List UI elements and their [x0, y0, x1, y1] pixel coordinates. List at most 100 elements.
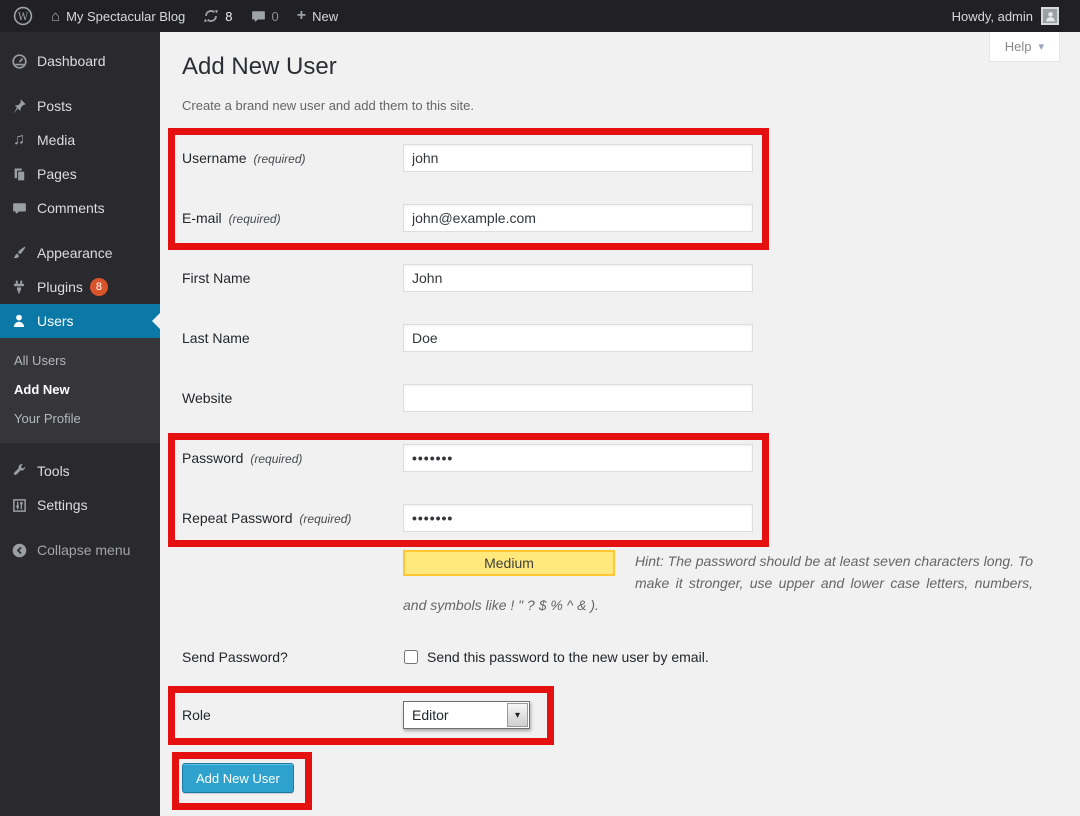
website-row: Website: [182, 384, 1080, 412]
sidebar-item-dashboard[interactable]: Dashboard: [0, 44, 160, 78]
sliders-icon: [9, 495, 29, 515]
website-input[interactable]: [403, 384, 753, 412]
sidebar-item-label: Tools: [37, 463, 70, 479]
collapse-arrow-icon: [9, 540, 29, 560]
submenu-item-add-new[interactable]: Add New: [0, 375, 160, 404]
submenu-item-your-profile[interactable]: Your Profile: [0, 404, 160, 433]
sidebar-item-label: Users: [37, 313, 74, 329]
repeat-password-label-text: Repeat Password: [182, 510, 293, 526]
media-icon: ♫: [9, 130, 29, 150]
repeat-password-label: Repeat Password (required): [182, 510, 403, 526]
sidebar-item-label: Posts: [37, 98, 72, 114]
plus-icon: +: [297, 8, 306, 24]
wrench-icon: [9, 461, 29, 481]
username-input[interactable]: [403, 144, 753, 172]
repeat-password-row: Repeat Password (required): [182, 504, 1080, 532]
send-password-checkbox[interactable]: [404, 650, 418, 664]
sidebar-item-settings[interactable]: Settings: [0, 488, 160, 522]
new-content-menu[interactable]: + New: [288, 0, 347, 32]
repeat-password-input[interactable]: [403, 504, 753, 532]
dashboard-icon: [9, 51, 29, 71]
send-password-label-text: Send Password?: [182, 649, 288, 665]
svg-text:W: W: [18, 12, 29, 23]
email-input[interactable]: [403, 204, 753, 232]
password-required-note: (required): [250, 452, 302, 466]
add-user-form: Username (required) E-mail (required) Fi…: [182, 144, 1080, 793]
last-name-label: Last Name: [182, 330, 403, 346]
sidebar-item-label: Comments: [37, 200, 105, 216]
page-description: Create a brand new user and add them to …: [182, 98, 1080, 113]
add-new-user-button[interactable]: Add New User: [182, 763, 294, 793]
submenu-item-all-users[interactable]: All Users: [0, 346, 160, 375]
send-password-label: Send Password?: [182, 649, 403, 665]
submit-area: Add New User: [182, 763, 1080, 793]
user-icon: [9, 311, 29, 331]
sidebar-item-label: Appearance: [37, 245, 113, 261]
email-required-note: (required): [229, 212, 281, 226]
users-submenu: All Users Add New Your Profile: [0, 338, 160, 443]
first-name-row: First Name: [182, 264, 1080, 292]
last-name-row: Last Name: [182, 324, 1080, 352]
update-icon: [203, 8, 219, 24]
main-content: Help ▾ Add New User Create a brand new u…: [160, 32, 1080, 816]
email-label-text: E-mail: [182, 210, 222, 226]
admin-sidebar: Dashboard Posts ♫ Media Pages Comments A…: [0, 32, 160, 816]
comment-icon: [251, 9, 266, 24]
send-password-row: Send Password? Send this password to the…: [182, 649, 1080, 665]
updates-menu[interactable]: 8: [194, 0, 241, 32]
first-name-input[interactable]: [403, 264, 753, 292]
password-row: Password (required): [182, 444, 1080, 472]
email-label: E-mail (required): [182, 210, 403, 226]
help-label: Help: [1005, 39, 1032, 54]
username-label: Username (required): [182, 150, 403, 166]
first-name-label-text: First Name: [182, 270, 250, 286]
sidebar-item-collapse-menu[interactable]: Collapse menu: [0, 533, 160, 567]
email-row: E-mail (required): [182, 204, 1080, 232]
site-name: My Spectacular Blog: [66, 9, 185, 24]
sidebar-item-label: Plugins: [37, 279, 83, 295]
home-icon: ⌂: [51, 9, 60, 24]
sidebar-item-comments[interactable]: Comments: [0, 191, 160, 225]
account-menu[interactable]: Howdy, admin: [943, 0, 1068, 32]
wordpress-logo-menu[interactable]: W: [4, 0, 42, 32]
send-password-checkbox-label: Send this password to the new user by em…: [427, 649, 709, 665]
comments-menu[interactable]: 0: [242, 0, 288, 32]
toolbar-left-group: W ⌂ My Spectacular Blog 8 0 +: [4, 0, 347, 32]
sidebar-item-pages[interactable]: Pages: [0, 157, 160, 191]
sidebar-item-tools[interactable]: Tools: [0, 454, 160, 488]
website-label-text: Website: [182, 390, 232, 406]
password-label: Password (required): [182, 450, 403, 466]
howdy-text: Howdy, admin: [952, 9, 1033, 24]
sidebar-item-label: Collapse menu: [37, 542, 130, 558]
password-input[interactable]: [403, 444, 753, 472]
sidebar-item-users[interactable]: Users: [0, 304, 160, 338]
admin-toolbar: W ⌂ My Spectacular Blog 8 0 +: [0, 0, 1080, 32]
new-label: New: [312, 9, 338, 24]
first-name-label: First Name: [182, 270, 403, 286]
pushpin-icon: [9, 96, 29, 116]
password-strength-area: Medium Hint: The password should be at l…: [403, 550, 1033, 616]
sidebar-item-plugins[interactable]: Plugins 8: [0, 270, 160, 304]
sidebar-item-media[interactable]: ♫ Media: [0, 123, 160, 157]
username-row: Username (required): [182, 144, 1080, 172]
username-required-note: (required): [253, 152, 305, 166]
help-button[interactable]: Help ▾: [989, 32, 1060, 62]
repeat-password-required-note: (required): [299, 512, 351, 526]
username-label-text: Username: [182, 150, 247, 166]
sidebar-item-label: Media: [37, 132, 75, 148]
website-label: Website: [182, 390, 403, 406]
sidebar-item-posts[interactable]: Posts: [0, 89, 160, 123]
role-row: Role Editor ▾: [182, 701, 1080, 729]
paintbrush-icon: [9, 243, 29, 263]
sidebar-item-appearance[interactable]: Appearance: [0, 236, 160, 270]
comment-count: 0: [272, 9, 279, 24]
role-select[interactable]: Editor ▾: [403, 701, 530, 729]
password-label-text: Password: [182, 450, 243, 466]
role-label-text: Role: [182, 707, 211, 723]
site-menu[interactable]: ⌂ My Spectacular Blog: [42, 0, 194, 32]
last-name-input[interactable]: [403, 324, 753, 352]
avatar: [1041, 7, 1059, 25]
page-title: Add New User: [182, 52, 1080, 81]
pages-icon: [9, 164, 29, 184]
wordpress-logo-icon: W: [13, 6, 33, 26]
